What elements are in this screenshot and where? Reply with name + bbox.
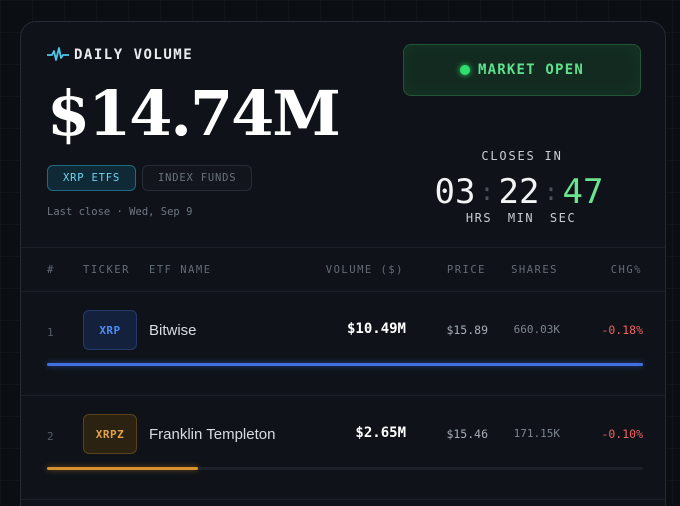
- row-volume: $2.65M: [355, 425, 406, 441]
- timer-minutes: 22: [498, 172, 540, 212]
- market-status-label: MARKET OPEN: [478, 62, 584, 78]
- row-change: -0.10%: [601, 427, 643, 441]
- col-etf-name: ETF NAME: [149, 264, 212, 276]
- unit-minutes: MIN: [507, 211, 535, 225]
- row-price: $15.46: [446, 427, 488, 441]
- timer-hours: 03: [434, 172, 476, 212]
- table-header: # TICKER ETF NAME VOLUME ($) PRICE SHARE…: [21, 248, 665, 292]
- countdown-timer: 03 : 22 : 47: [433, 172, 605, 212]
- col-rank: #: [47, 264, 55, 276]
- row-rank: 1: [47, 326, 54, 339]
- row-shares: 171.15K: [513, 427, 560, 440]
- ticker-badge: XRPZ: [83, 414, 137, 454]
- table-row[interactable]: 2 XRPZ Franklin Templeton $2.65M $15.46 …: [21, 396, 665, 500]
- tab-xrp-etfs[interactable]: XRP ETFS: [47, 165, 136, 191]
- col-ticker: TICKER: [83, 264, 130, 276]
- fund-type-tabs: XRP ETFS INDEX FUNDS: [47, 165, 253, 191]
- tab-index-funds[interactable]: INDEX FUNDS: [141, 165, 253, 191]
- table-row[interactable]: 1 XRP Bitwise $10.49M $15.89 660.03K -0.…: [21, 292, 665, 396]
- timer-separator: :: [479, 178, 495, 206]
- unit-hours: HRS: [465, 211, 493, 225]
- volume-share-fill: [47, 467, 198, 470]
- market-status-button[interactable]: MARKET OPEN: [403, 44, 641, 96]
- row-shares: 660.03K: [513, 323, 560, 336]
- card-header: DAILY VOLUME $14.74M XRP ETFS INDEX FUND…: [21, 22, 665, 248]
- timer-separator: :: [543, 178, 559, 206]
- row-change: -0.18%: [601, 323, 643, 337]
- etf-name: Franklin Templeton: [149, 426, 276, 443]
- total-volume-value: $14.74M: [47, 77, 341, 150]
- timer-seconds: 47: [562, 172, 604, 212]
- timer-units: HRS MIN SEC: [21, 211, 665, 227]
- pulse-icon: [47, 47, 69, 61]
- col-chg: CHG%: [610, 264, 642, 276]
- col-shares: SHARES: [511, 264, 558, 276]
- section-label: DAILY VOLUME: [74, 47, 194, 63]
- volume-share-bar: [47, 467, 643, 470]
- row-divider: [21, 499, 665, 500]
- etf-name: Bitwise: [149, 322, 197, 339]
- row-price: $15.89: [446, 323, 488, 337]
- daily-volume-card: DAILY VOLUME $14.74M XRP ETFS INDEX FUND…: [20, 21, 666, 506]
- status-dot-icon: [460, 65, 471, 75]
- closes-in-label: CLOSES IN: [481, 149, 563, 163]
- row-rank: 2: [47, 430, 54, 443]
- unit-seconds: SEC: [549, 211, 577, 225]
- col-price: PRICE: [446, 264, 486, 276]
- row-volume: $10.49M: [346, 321, 406, 337]
- volume-share-bar: [47, 363, 643, 366]
- section-heading: DAILY VOLUME: [47, 47, 193, 63]
- ticker-badge: XRP: [83, 310, 137, 350]
- col-volume: VOLUME ($): [325, 264, 404, 276]
- volume-share-fill: [47, 363, 643, 366]
